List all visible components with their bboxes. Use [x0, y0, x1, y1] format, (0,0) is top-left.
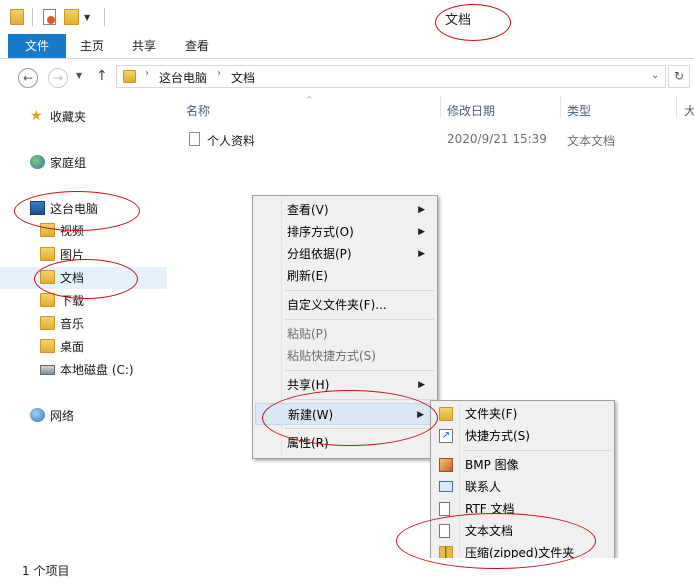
up-arrow-icon[interactable]: ↑ — [96, 68, 108, 84]
tab-share[interactable]: 共享 — [120, 34, 168, 58]
contact-icon — [439, 481, 453, 492]
downloads-folder-icon — [40, 293, 55, 307]
forward-arrow-icon[interactable]: → — [48, 68, 68, 88]
breadcrumb-this-pc[interactable]: 这台电脑 — [159, 69, 207, 86]
star-icon: ★ — [30, 108, 43, 124]
sort-arrow-icon: ^ — [306, 95, 313, 104]
navigation-pane: ★ 收藏夹 家庭组 这台电脑 视频 图片 文档 下载 音乐 桌面 本地磁盘 (C… — [0, 95, 167, 555]
menu-item-customize[interactable]: 自定义文件夹(F)... — [255, 294, 435, 316]
menu-separator — [285, 290, 434, 291]
desktop-folder-icon — [40, 339, 55, 353]
menu-item-group[interactable]: 分组依据(P) ▶ — [255, 243, 435, 265]
breadcrumb-chevron-icon[interactable]: › — [145, 68, 149, 79]
submenu-item-bmp-label: BMP 图像 — [465, 458, 519, 472]
breadcrumb-chevron-icon[interactable]: › — [217, 68, 221, 79]
status-bar: 1 个项目 — [0, 558, 694, 582]
folder-icon — [439, 407, 453, 421]
music-folder-icon — [40, 316, 55, 330]
annotation-ellipse-title — [435, 4, 511, 41]
menu-item-customize-label: 自定义文件夹(F)... — [287, 298, 387, 312]
menu-item-paste-shortcut-label: 粘贴快捷方式(S) — [287, 349, 376, 363]
breadcrumb-documents[interactable]: 文档 — [231, 69, 255, 86]
window-folder-icon — [10, 9, 24, 25]
menu-item-refresh-label: 刷新(E) — [287, 269, 328, 283]
drive-icon — [40, 365, 55, 375]
menu-separator — [285, 319, 434, 320]
title-separator-2 — [104, 8, 105, 26]
refresh-icon[interactable]: ↻ — [668, 65, 690, 88]
network-icon — [30, 408, 45, 422]
address-folder-icon — [123, 70, 136, 83]
new-folder-icon[interactable] — [64, 9, 79, 25]
menu-item-view[interactable]: 查看(V) ▶ — [255, 199, 435, 221]
column-divider[interactable] — [676, 96, 677, 118]
column-divider[interactable] — [560, 96, 561, 118]
address-dropdown-icon[interactable]: ⌄ — [651, 70, 659, 81]
column-header-date[interactable]: 修改日期 — [447, 102, 495, 119]
shortcut-icon: ↗ — [439, 429, 453, 443]
column-header-name[interactable]: 名称 — [186, 102, 210, 119]
menu-item-sort-label: 排序方式(O) — [287, 225, 354, 239]
title-bar: ▼ 文档 — [0, 0, 694, 34]
menu-item-paste: 粘贴(P) — [255, 323, 435, 345]
properties-icon[interactable] — [41, 9, 57, 25]
submenu-arrow-icon: ▶ — [418, 227, 425, 237]
menu-separator — [463, 450, 611, 451]
nav-homegroup-label: 家庭组 — [50, 156, 87, 170]
column-divider[interactable] — [440, 96, 441, 118]
annotation-ellipse-text-doc — [396, 513, 596, 569]
submenu-arrow-icon: ▶ — [418, 249, 425, 259]
menu-item-refresh[interactable]: 刷新(E) — [255, 265, 435, 287]
column-header-size[interactable]: 大 — [684, 102, 694, 119]
annotation-ellipse-new — [262, 390, 438, 446]
ribbon-tabs: 文件 主页 共享 查看 — [0, 34, 694, 59]
menu-separator — [285, 370, 434, 371]
back-arrow-icon[interactable]: ← — [18, 68, 38, 88]
nav-network-label: 网络 — [50, 409, 75, 423]
nav-music-label: 音乐 — [60, 317, 85, 331]
submenu-arrow-icon: ▶ — [418, 380, 425, 390]
tab-view[interactable]: 查看 — [174, 34, 220, 58]
quick-access-dropdown-icon[interactable]: ▼ — [84, 13, 94, 23]
title-separator — [32, 8, 33, 26]
status-item-count: 1 个项目 — [22, 564, 70, 578]
nav-desktop-label: 桌面 — [60, 340, 85, 354]
homegroup-icon — [30, 155, 45, 169]
bmp-image-icon — [439, 458, 453, 472]
menu-item-group-label: 分组依据(P) — [287, 247, 352, 261]
submenu-item-folder[interactable]: 文件夹(F) — [433, 403, 612, 425]
tab-home[interactable]: 主页 — [70, 34, 114, 58]
file-date: 2020/9/21 15:39 — [447, 132, 547, 146]
rtf-document-icon — [439, 502, 450, 516]
menu-item-paste-label: 粘贴(P) — [287, 327, 328, 341]
submenu-item-shortcut[interactable]: ↗ 快捷方式(S) — [433, 425, 612, 447]
annotation-ellipse-documents — [34, 259, 138, 299]
file-type: 文本文档 — [567, 134, 616, 148]
menu-item-sort[interactable]: 排序方式(O) ▶ — [255, 221, 435, 243]
recent-locations-icon[interactable]: ▼ — [76, 71, 82, 80]
annotation-ellipse-this-pc — [14, 191, 140, 231]
submenu-item-shortcut-label: 快捷方式(S) — [465, 429, 530, 443]
nav-favorites-label: 收藏夹 — [50, 110, 87, 124]
submenu-item-contact[interactable]: 联系人 — [433, 476, 612, 498]
menu-item-view-label: 查看(V) — [287, 203, 329, 217]
file-name: 个人资料 — [207, 134, 256, 148]
pictures-folder-icon — [40, 247, 55, 261]
submenu-item-folder-label: 文件夹(F) — [465, 407, 518, 421]
menu-item-paste-shortcut: 粘贴快捷方式(S) — [255, 345, 435, 367]
address-bar[interactable]: › 这台电脑 › 文档 ⌄ — [116, 65, 666, 88]
submenu-item-contact-label: 联系人 — [465, 480, 502, 494]
file-row[interactable]: 个人资料 2020/9/21 15:39 文本文档 — [180, 128, 690, 150]
nav-local-disk-label: 本地磁盘 (C:) — [60, 363, 134, 377]
address-row: ← → ▼ ↑ › 这台电脑 › 文档 ⌄ ↻ — [0, 59, 694, 95]
tab-file[interactable]: 文件 — [8, 34, 66, 58]
text-file-icon — [189, 132, 200, 146]
column-header-type[interactable]: 类型 — [567, 102, 591, 119]
submenu-item-bmp[interactable]: BMP 图像 — [433, 454, 612, 476]
submenu-arrow-icon: ▶ — [418, 205, 425, 215]
